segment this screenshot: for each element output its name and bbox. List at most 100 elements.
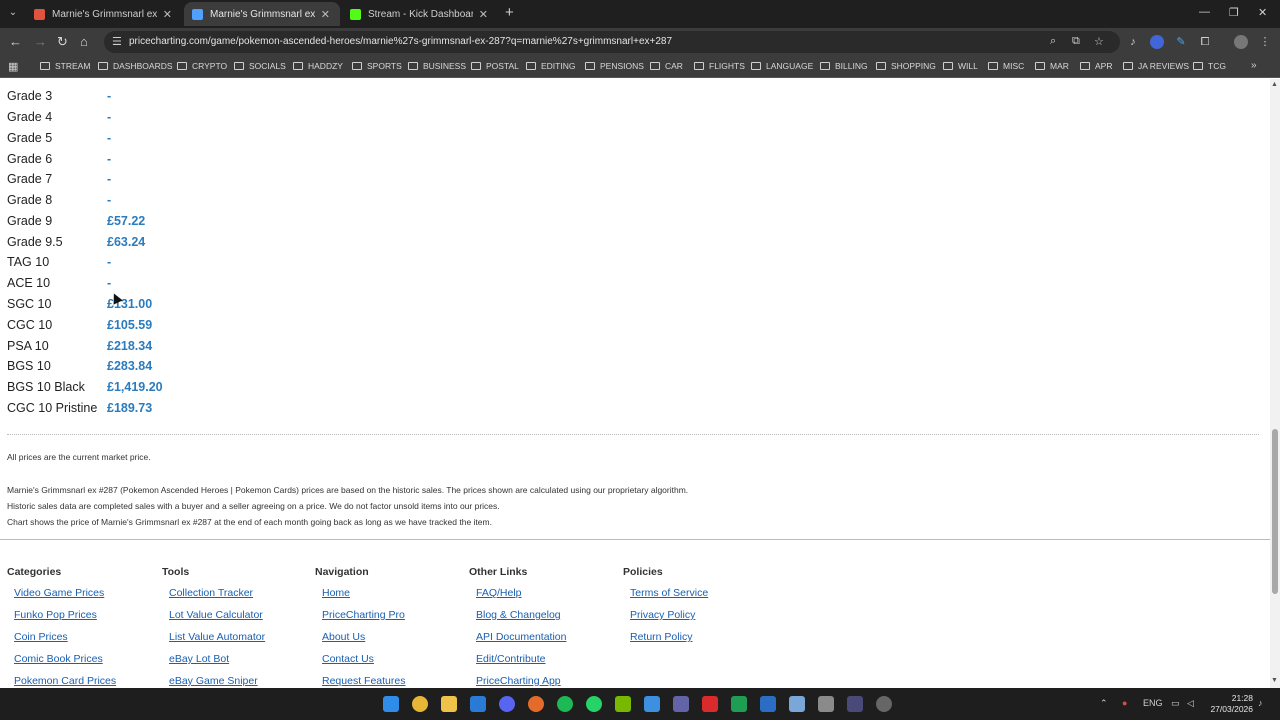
- volume-icon[interactable]: ◁: [1187, 698, 1194, 709]
- extension-pen-icon[interactable]: ✎: [1174, 35, 1188, 49]
- file-explorer-icon[interactable]: [441, 696, 457, 712]
- extensions-puzzle-icon[interactable]: ⧠: [1198, 35, 1212, 49]
- app-icon[interactable]: [847, 696, 863, 712]
- mail-icon[interactable]: [470, 696, 486, 712]
- page-scrollbar[interactable]: ▲ ▼: [1270, 79, 1280, 688]
- footer-link[interactable]: Funko Pop Prices: [14, 609, 116, 631]
- close-icon[interactable]: ✕: [479, 8, 488, 21]
- footer-link[interactable]: Request Features: [322, 675, 405, 688]
- spotify-icon[interactable]: [557, 696, 573, 712]
- bookmark-folder[interactable]: SPORTS: [352, 61, 402, 71]
- language-indicator[interactable]: ENG: [1143, 698, 1163, 708]
- scrollbar-thumb[interactable]: [1272, 429, 1278, 594]
- footer-link[interactable]: Privacy Policy: [630, 609, 708, 631]
- home-icon[interactable]: ⌂: [80, 34, 88, 50]
- bookmark-folder[interactable]: BUSINESS: [408, 61, 466, 71]
- apps-grid-icon[interactable]: ▦: [8, 60, 18, 73]
- footer-link[interactable]: Return Policy: [630, 631, 708, 653]
- site-info-icon[interactable]: ☰: [112, 35, 122, 48]
- forward-arrow-icon[interactable]: →: [34, 34, 47, 50]
- footer-link[interactable]: Collection Tracker: [169, 587, 265, 609]
- bookmark-folder[interactable]: PENSIONS: [585, 61, 644, 71]
- new-tab-plus-icon[interactable]: +: [505, 5, 514, 21]
- tray-chevron-icon[interactable]: ⌃: [1100, 698, 1108, 709]
- footer-link[interactable]: eBay Game Sniper: [169, 675, 265, 688]
- bookmark-folder[interactable]: DASHBOARDS: [98, 61, 173, 71]
- extension-globe-icon[interactable]: [1150, 35, 1164, 49]
- bookmark-folder[interactable]: WILL: [943, 61, 978, 71]
- app-icon[interactable]: [528, 696, 544, 712]
- system-clock[interactable]: 21:28 27/03/2026: [1203, 693, 1253, 715]
- footer-link[interactable]: eBay Lot Bot: [169, 653, 265, 675]
- bookmark-folder[interactable]: HADDZY: [293, 61, 343, 71]
- bookmark-folder[interactable]: SOCIALS: [234, 61, 286, 71]
- tab-2[interactable]: Marnie's Grimmsnarl ex #287 P ✕: [184, 2, 340, 26]
- start-windows-icon[interactable]: [383, 696, 399, 712]
- bookmark-folder[interactable]: LANGUAGE: [751, 61, 813, 71]
- footer-link[interactable]: Contact Us: [322, 653, 405, 675]
- url-text[interactable]: pricecharting.com/game/pokemon-ascended-…: [129, 36, 672, 47]
- teams-icon[interactable]: [673, 696, 689, 712]
- notepad-icon[interactable]: [789, 696, 805, 712]
- footer-link[interactable]: Lot Value Calculator: [169, 609, 265, 631]
- minimize-icon[interactable]: —: [1199, 6, 1210, 18]
- media-speaker-icon[interactable]: ♪: [1126, 35, 1140, 49]
- address-bar[interactable]: ☰ pricecharting.com/game/pokemon-ascende…: [104, 31, 1120, 53]
- back-arrow-icon[interactable]: ←: [9, 34, 22, 50]
- scroll-up-icon[interactable]: ▲: [1271, 81, 1278, 88]
- footer-link[interactable]: About Us: [322, 631, 405, 653]
- nvidia-icon[interactable]: [615, 696, 631, 712]
- bookmark-folder[interactable]: POSTAL: [471, 61, 519, 71]
- whatsapp-icon[interactable]: [586, 696, 602, 712]
- calculator-icon[interactable]: [818, 696, 834, 712]
- footer-link[interactable]: Comic Book Prices: [14, 653, 116, 675]
- tab-1[interactable]: Marnie's Grimmsnarl ex (Ascend ✕: [26, 2, 182, 26]
- app-icon[interactable]: [702, 696, 718, 712]
- bookmark-folder[interactable]: FLIGHTS: [694, 61, 745, 71]
- bookmark-folder[interactable]: SHOPPING: [876, 61, 936, 71]
- bookmark-star-icon[interactable]: ☆: [1094, 35, 1104, 48]
- bookmark-folder[interactable]: BILLING: [820, 61, 868, 71]
- bookmark-folder[interactable]: MAR: [1035, 61, 1069, 71]
- bookmark-folder[interactable]: EDITING: [526, 61, 575, 71]
- footer-link[interactable]: PriceCharting Pro: [322, 609, 405, 631]
- tab-search-icon[interactable]: ⌄: [5, 5, 21, 21]
- reload-icon[interactable]: ↻: [57, 34, 68, 50]
- bookmark-folder[interactable]: JA REVIEWS: [1123, 61, 1189, 71]
- bookmarks-overflow-icon[interactable]: »: [1251, 60, 1257, 71]
- close-icon[interactable]: ✕: [163, 8, 172, 21]
- close-window-icon[interactable]: ✕: [1258, 6, 1267, 19]
- footer-link[interactable]: Coin Prices: [14, 631, 116, 653]
- footer-link[interactable]: Edit/Contribute: [476, 653, 566, 675]
- profile-avatar[interactable]: [1234, 35, 1248, 49]
- microphone-icon[interactable]: ●: [1122, 698, 1127, 708]
- network-icon[interactable]: ▭: [1171, 698, 1180, 709]
- footer-link[interactable]: Home: [322, 587, 405, 609]
- bookmark-folder[interactable]: STREAM: [40, 61, 90, 71]
- footer-link[interactable]: Pokemon Card Prices: [14, 675, 116, 688]
- discord-icon[interactable]: [499, 696, 515, 712]
- app-icon[interactable]: [876, 696, 892, 712]
- bookmark-folder[interactable]: CAR: [650, 61, 683, 71]
- chrome-icon[interactable]: [412, 696, 428, 712]
- excel-icon[interactable]: [731, 696, 747, 712]
- footer-link[interactable]: API Documentation: [476, 631, 566, 653]
- bookmark-folder[interactable]: APR: [1080, 61, 1112, 71]
- tab-3[interactable]: Stream - Kick Dashboard ✕: [342, 2, 498, 26]
- footer-link[interactable]: PriceCharting App: [476, 675, 566, 688]
- zoom-icon[interactable]: ⌕: [1050, 35, 1056, 48]
- scroll-down-icon[interactable]: ▼: [1271, 677, 1278, 684]
- footer-link[interactable]: Video Game Prices: [14, 587, 116, 609]
- outlook-icon[interactable]: [760, 696, 776, 712]
- menu-dots-icon[interactable]: ⋮: [1258, 35, 1272, 49]
- install-app-icon[interactable]: ⧉: [1072, 35, 1080, 48]
- restore-icon[interactable]: ❐: [1229, 6, 1239, 19]
- close-icon[interactable]: ✕: [321, 8, 330, 21]
- footer-link[interactable]: List Value Automator: [169, 631, 265, 653]
- app-icon[interactable]: [644, 696, 660, 712]
- footer-link[interactable]: FAQ/Help: [476, 587, 566, 609]
- bookmark-folder[interactable]: MISC: [988, 61, 1024, 71]
- notifications-bell-icon[interactable]: ♪: [1258, 698, 1263, 708]
- footer-link[interactable]: Terms of Service: [630, 587, 708, 609]
- bookmark-folder[interactable]: TCG: [1193, 61, 1226, 71]
